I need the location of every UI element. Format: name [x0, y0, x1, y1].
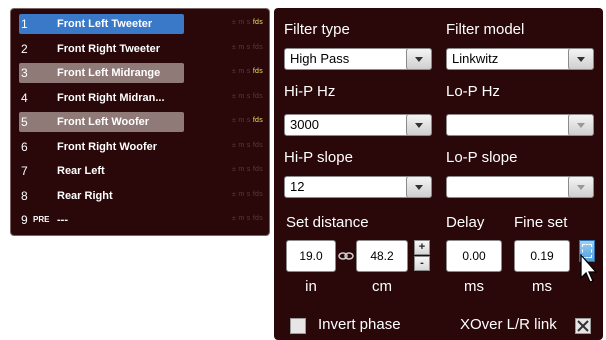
- filter-model-dropdown-button[interactable]: [568, 48, 594, 70]
- channel-name: Front Right Woofer: [57, 140, 157, 153]
- channel-fds-flag: fds: [252, 166, 264, 173]
- fine-set-unit-label: ms: [532, 278, 552, 295]
- filter-model-label: Filter model: [446, 21, 525, 38]
- invert-phase-label: Invert phase: [318, 316, 401, 333]
- channel-number: 5: [21, 115, 28, 129]
- channel-unit-flags: ± m s fds: [232, 117, 264, 124]
- channel-number: 7: [21, 164, 28, 178]
- channel-name: Front Left Woofer: [57, 116, 150, 128]
- channel-number: 1: [21, 17, 28, 31]
- filter-type-dropdown-button[interactable]: [406, 48, 432, 70]
- filter-type-label: Filter type: [284, 21, 350, 38]
- channel-unit-flags: ± m s fds: [232, 215, 264, 222]
- channel-name: Rear Left: [57, 165, 105, 177]
- channel-fds-flag: fds: [252, 92, 264, 100]
- channel-fds-flag: fds: [252, 215, 264, 222]
- link-icon: [338, 249, 354, 267]
- filter-model-select[interactable]: Linkwitz: [446, 48, 594, 70]
- channel-number: 8: [21, 188, 28, 203]
- channel-row[interactable]: 1 Front Left Tweeter ± m s fds: [17, 13, 275, 35]
- xover-link-label: XOver L/R link: [460, 316, 557, 333]
- channel-number: 6: [21, 139, 28, 154]
- channel-number: 2: [21, 41, 28, 56]
- channel-row[interactable]: 3 Front Left Midrange ± m s fds: [17, 62, 275, 84]
- channel-row[interactable]: 2 Front Right Tweeter ± m s fds: [17, 38, 275, 60]
- lop-slope-select[interactable]: [446, 176, 594, 198]
- channel-unit-flags: ± m s fds: [232, 68, 264, 75]
- xover-link-checkbox[interactable]: [575, 318, 591, 334]
- channel-name: Front Right Midran...: [57, 91, 165, 104]
- lop-hz-label: Lo-P Hz: [446, 83, 500, 100]
- hip-slope-dropdown-button[interactable]: [406, 176, 432, 198]
- channel-list-panel: 1 Front Left Tweeter ± m s fds 2 Front Right…: [10, 8, 270, 236]
- unit-in-label: in: [305, 278, 317, 295]
- channel-name: Front Left Midrange: [57, 67, 161, 79]
- distance-cm-input[interactable]: 48.2: [356, 240, 408, 272]
- channel-name: Rear Right: [57, 189, 113, 202]
- channel-row[interactable]: 7 Rear Left ± m s fds: [17, 160, 275, 182]
- delay-label: Delay: [446, 214, 485, 231]
- invert-phase-checkbox[interactable]: [290, 318, 306, 334]
- channel-unit-flags: ± m s fds: [232, 190, 264, 198]
- distance-inches-input[interactable]: 19.0: [286, 240, 336, 272]
- channel-row[interactable]: 5 Front Left Woofer ± m s fds: [17, 111, 275, 133]
- distance-increase-button[interactable]: +: [414, 240, 430, 255]
- channel-pre-tag: PRE: [33, 215, 50, 224]
- delay-input[interactable]: 0.00: [446, 240, 502, 272]
- filter-settings-panel: Filter type Filter model High Pass Linkw…: [274, 8, 603, 340]
- hip-slope-label: Hi-P slope: [284, 149, 353, 166]
- channel-row[interactable]: 6 Front Right Woofer ± m s fds: [17, 136, 275, 158]
- filter-type-value: High Pass: [290, 51, 350, 66]
- channel-unit-flags: ± m s fds: [232, 43, 264, 51]
- lop-slope-label: Lo-P slope: [446, 149, 518, 166]
- channel-row[interactable]: 9 PRE --- ± m s fds: [17, 209, 275, 231]
- channel-name: Front Right Tweeter: [57, 42, 161, 55]
- channel-unit-flags: ± m s fds: [232, 19, 264, 26]
- fine-set-label: Fine set: [514, 214, 568, 231]
- filter-type-select[interactable]: High Pass: [284, 48, 432, 70]
- channel-name: Front Left Tweeter: [57, 18, 153, 30]
- channel-number: 9: [21, 213, 28, 227]
- unit-cm-label: cm: [372, 278, 392, 295]
- hip-hz-dropdown-button[interactable]: [406, 114, 432, 136]
- channel-row[interactable]: 4 Front Right Midran... ± m s fds: [17, 87, 275, 109]
- channel-number: 3: [21, 66, 28, 80]
- channel-unit-flags: ± m s fds: [232, 92, 264, 100]
- delay-unit-label: ms: [464, 278, 484, 295]
- channel-unit-flags: ± m s fds: [232, 141, 264, 149]
- hip-hz-label: Hi-P Hz: [284, 83, 336, 100]
- channel-fds-flag: fds: [252, 190, 264, 198]
- checkmark-x-icon: [577, 320, 589, 332]
- channel-fds-flag: fds: [252, 43, 264, 51]
- hip-slope-value: 12: [290, 179, 305, 194]
- distance-decrease-button[interactable]: -: [414, 256, 430, 271]
- fine-set-input[interactable]: 0.19: [514, 240, 570, 272]
- channel-fds-flag: fds: [252, 68, 264, 75]
- channel-fds-flag: fds: [252, 117, 264, 124]
- lop-slope-dropdown-button[interactable]: [568, 176, 594, 198]
- channel-fds-flag: fds: [252, 141, 264, 149]
- hip-hz-select[interactable]: 3000: [284, 114, 432, 136]
- channel-name: ---: [57, 214, 68, 226]
- hip-slope-select[interactable]: 12: [284, 176, 432, 198]
- channel-number: 4: [21, 90, 28, 105]
- mouse-cursor-icon: [580, 253, 600, 289]
- channel-unit-flags: ± m s fds: [232, 166, 264, 173]
- channel-row[interactable]: 8 Rear Right ± m s fds: [17, 185, 275, 207]
- set-distance-label: Set distance: [286, 214, 369, 231]
- filter-model-value: Linkwitz: [452, 51, 499, 66]
- lop-hz-select[interactable]: [446, 114, 594, 136]
- lop-hz-dropdown-button[interactable]: [568, 114, 594, 136]
- channel-fds-flag: fds: [252, 19, 264, 26]
- hip-hz-value: 3000: [290, 117, 319, 132]
